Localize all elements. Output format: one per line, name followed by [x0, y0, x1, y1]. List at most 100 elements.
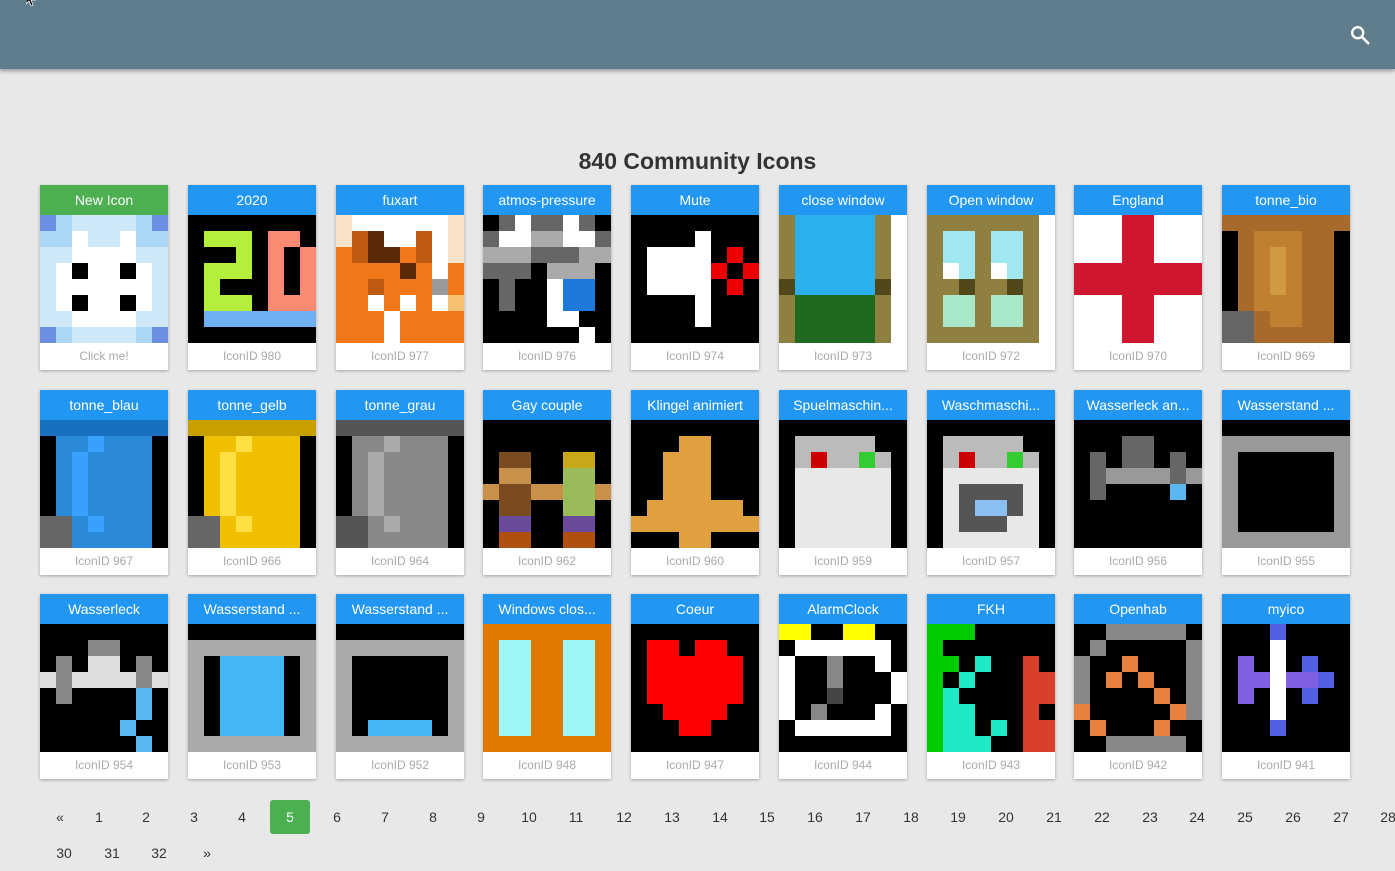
new-icon-snowflake	[40, 215, 168, 343]
card-title: Wasserleck	[40, 594, 168, 624]
icon-card[interactable]: Waschmaschi... IconID 957	[927, 390, 1055, 575]
page-link-11[interactable]: 11	[556, 800, 596, 834]
icon-card[interactable]: England IconID 970	[1074, 185, 1202, 370]
icon-card[interactable]: Gay couple IconID 962	[483, 390, 611, 575]
search-icon[interactable]	[1349, 24, 1371, 46]
page-link-15[interactable]: 15	[747, 800, 787, 834]
icon-id-label: IconID 959	[813, 554, 873, 568]
icon-id-label: IconID 948	[517, 758, 577, 772]
page-link-5[interactable]: 5	[270, 800, 310, 834]
icon-fkh	[927, 624, 1055, 752]
icon-card[interactable]: tonne_gelb IconID 966	[188, 390, 316, 575]
page-link-18[interactable]: 18	[891, 800, 931, 834]
card-title: Klingel animiert	[631, 390, 759, 420]
icon-card[interactable]: Klingel animiert IconID 960	[631, 390, 759, 575]
page-link-31[interactable]: 31	[92, 836, 132, 870]
pagination-next[interactable]: »	[187, 836, 227, 870]
icon-wasserleck-an	[1074, 420, 1202, 548]
icon-card[interactable]: Wasserstand ... IconID 955	[1222, 390, 1350, 575]
icon-tonne-bio	[1222, 215, 1350, 343]
icon-id-label: IconID 953	[222, 758, 282, 772]
icon-atmos-pressure	[483, 215, 611, 343]
card-title: Wasserleck an...	[1074, 390, 1202, 420]
page-link-25[interactable]: 25	[1225, 800, 1265, 834]
page-link-8[interactable]: 8	[413, 800, 453, 834]
page-link-9[interactable]: 9	[461, 800, 501, 834]
page-link-13[interactable]: 13	[652, 800, 692, 834]
icon-close-window	[779, 215, 907, 343]
card-title: England	[1074, 185, 1202, 215]
icon-wasserstand-low	[336, 624, 464, 752]
icon-id-label: IconID 955	[1256, 554, 1316, 568]
icon-card[interactable]: Wasserleck IconID 954	[40, 594, 168, 779]
new-icon-card[interactable]: New Icon Click me!	[40, 185, 168, 370]
icon-id-label: IconID 973	[813, 349, 873, 363]
page-link-24[interactable]: 24	[1177, 800, 1217, 834]
page-link-27[interactable]: 27	[1321, 800, 1361, 834]
page-link-28[interactable]: 28	[1368, 800, 1395, 834]
icon-id-label: IconID 964	[370, 554, 430, 568]
icon-card[interactable]: Openhab IconID 942	[1074, 594, 1202, 779]
page-link-10[interactable]: 10	[509, 800, 549, 834]
page-link-2[interactable]: 2	[126, 800, 166, 834]
card-title: Open window	[927, 185, 1055, 215]
page-link-22[interactable]: 22	[1082, 800, 1122, 834]
page-link-32[interactable]: 32	[139, 836, 179, 870]
card-title: New Icon	[40, 185, 168, 215]
icon-card[interactable]: tonne_bio IconID 969	[1222, 185, 1350, 370]
click-me-label: Click me!	[79, 349, 129, 363]
icon-card[interactable]: tonne_blau IconID 967	[40, 390, 168, 575]
page-link-20[interactable]: 20	[986, 800, 1026, 834]
icon-card[interactable]: fuxart IconID 977	[336, 185, 464, 370]
icon-id-label: IconID 944	[813, 758, 873, 772]
card-title: tonne_grau	[336, 390, 464, 420]
icon-card[interactable]: Wasserstand ... IconID 953	[188, 594, 316, 779]
page-link-16[interactable]: 16	[795, 800, 835, 834]
page-link-7[interactable]: 7	[365, 800, 405, 834]
card-title: myico	[1222, 594, 1350, 624]
icon-card[interactable]: Coeur IconID 947	[631, 594, 759, 779]
card-title: Openhab	[1074, 594, 1202, 624]
page-link-30[interactable]: 30	[44, 836, 84, 870]
icon-card[interactable]: Wasserstand ... IconID 952	[336, 594, 464, 779]
icon-card[interactable]: FKH IconID 943	[927, 594, 1055, 779]
page-link-21[interactable]: 21	[1034, 800, 1074, 834]
icon-card[interactable]: Open window IconID 972	[927, 185, 1055, 370]
icon-id-label: IconID 942	[1108, 758, 1168, 772]
icon-card[interactable]: Windows clos... IconID 948	[483, 594, 611, 779]
icon-mute	[631, 215, 759, 343]
icon-card[interactable]: Spuelmaschin... IconID 959	[779, 390, 907, 575]
page-link-23[interactable]: 23	[1130, 800, 1170, 834]
pagination-prev[interactable]: «	[40, 800, 80, 834]
icon-id-label: IconID 977	[370, 349, 430, 363]
icon-klingel	[631, 420, 759, 548]
card-title: 2020	[188, 185, 316, 215]
icon-id-label: IconID 969	[1256, 349, 1316, 363]
page-link-12[interactable]: 12	[604, 800, 644, 834]
card-title: tonne_gelb	[188, 390, 316, 420]
icon-card[interactable]: 2020 IconID 980	[188, 185, 316, 370]
page-link-14[interactable]: 14	[700, 800, 740, 834]
page-link-6[interactable]: 6	[317, 800, 357, 834]
page-link-4[interactable]: 4	[222, 800, 262, 834]
icon-england	[1074, 215, 1202, 343]
page-link-3[interactable]: 3	[174, 800, 214, 834]
icon-tonne-blau	[40, 420, 168, 548]
icon-card[interactable]: atmos-pressure IconID 976	[483, 185, 611, 370]
icon-card[interactable]: close window IconID 973	[779, 185, 907, 370]
icon-id-label: IconID 943	[961, 758, 1021, 772]
page-link-17[interactable]: 17	[843, 800, 883, 834]
page-link-26[interactable]: 26	[1273, 800, 1313, 834]
icon-card[interactable]: Mute IconID 974	[631, 185, 759, 370]
icon-id-label: IconID 974	[665, 349, 725, 363]
icon-card[interactable]: Wasserleck an... IconID 956	[1074, 390, 1202, 575]
card-title: tonne_blau	[40, 390, 168, 420]
card-title: atmos-pressure	[483, 185, 611, 215]
icon-coeur	[631, 624, 759, 752]
icon-card[interactable]: AlarmClock IconID 944	[779, 594, 907, 779]
card-title: Wasserstand ...	[188, 594, 316, 624]
icon-card[interactable]: tonne_grau IconID 964	[336, 390, 464, 575]
page-link-19[interactable]: 19	[938, 800, 978, 834]
page-link-1[interactable]: 1	[79, 800, 119, 834]
icon-card[interactable]: myico IconID 941	[1222, 594, 1350, 779]
